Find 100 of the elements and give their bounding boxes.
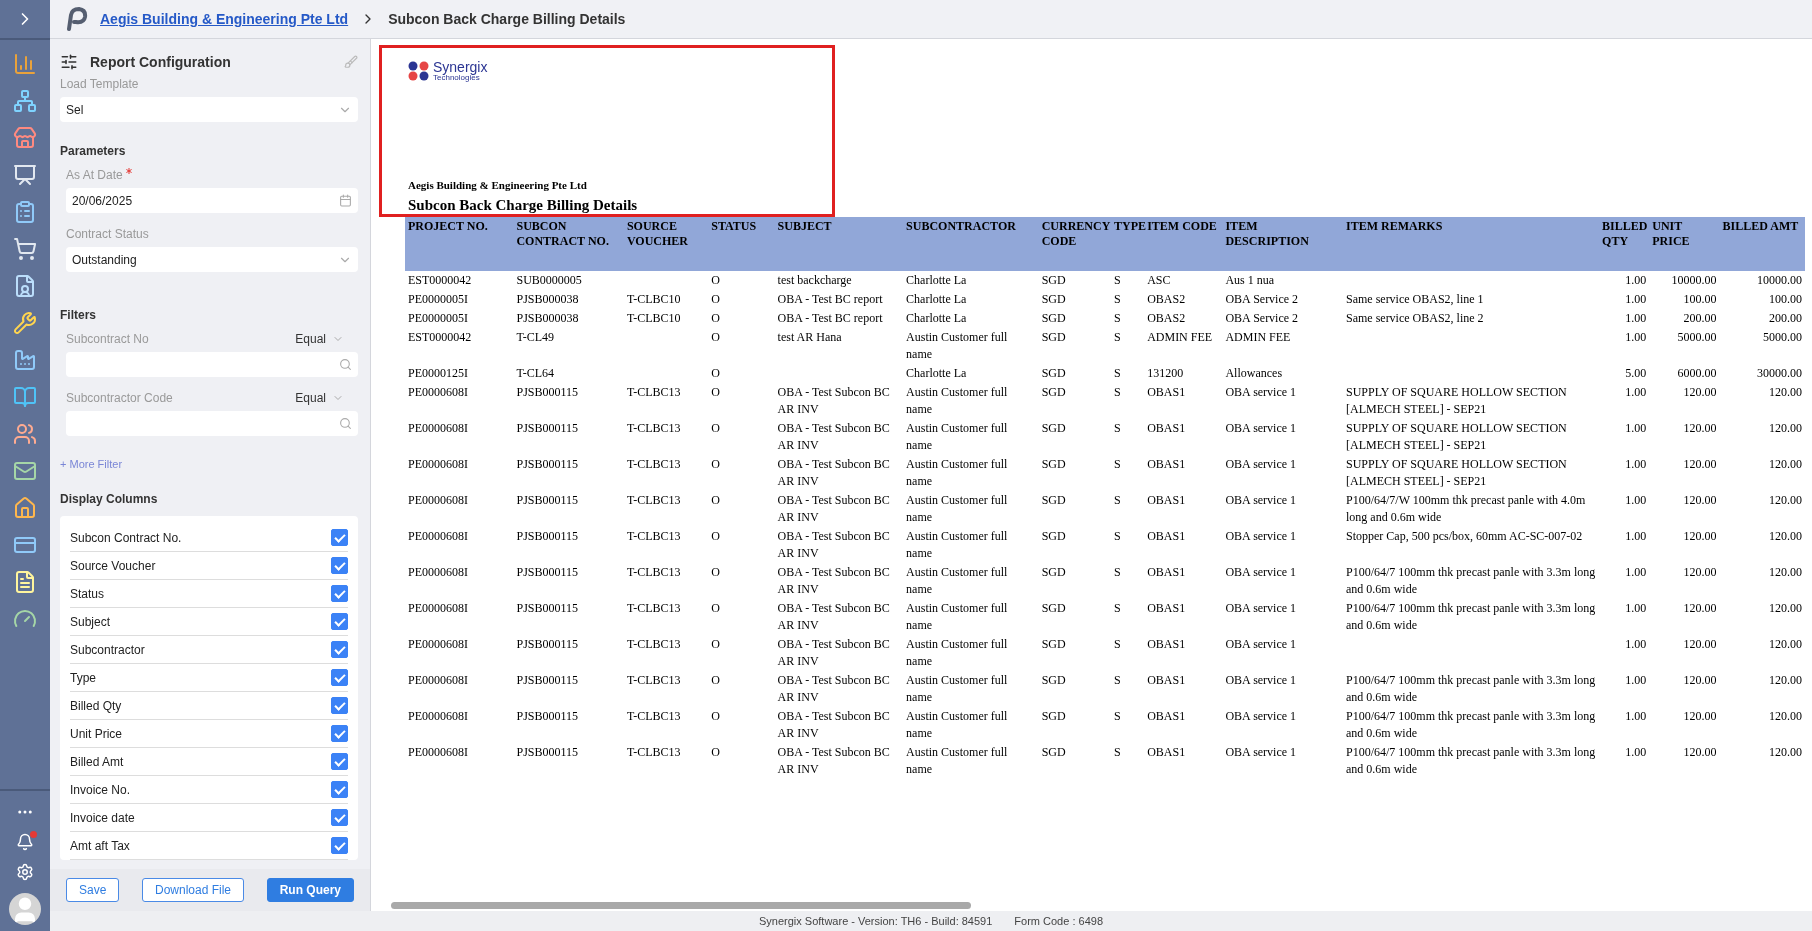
cart-icon[interactable] xyxy=(13,237,37,261)
envelope-icon[interactable] xyxy=(13,459,37,483)
table-cell-text: 120.00 xyxy=(1768,492,1803,509)
table-cell-text: O xyxy=(710,708,721,725)
operator-select[interactable]: Equal xyxy=(295,332,344,346)
table-cell-text: 100.00 xyxy=(1768,291,1803,308)
table-cell-text: SGD xyxy=(1040,492,1067,509)
table-cell-text: O xyxy=(710,492,721,509)
table-cell-text: OBA - Test Subcon BC AR INV xyxy=(776,744,891,778)
table-cell-text: Charlotte La xyxy=(905,365,968,382)
factory-icon[interactable] xyxy=(13,348,37,372)
checkbox[interactable] xyxy=(331,669,348,686)
clipboard-icon[interactable] xyxy=(13,200,37,224)
checkbox[interactable] xyxy=(331,529,348,546)
table-cell-text: PE0000608I xyxy=(407,564,469,581)
table-cell-text: S xyxy=(1113,672,1122,689)
table-cell-text: test AR Hana xyxy=(776,329,843,346)
primary-button[interactable]: Run Query xyxy=(266,878,354,902)
bar-chart-icon[interactable] xyxy=(13,52,37,76)
status-select[interactable]: Outstanding xyxy=(66,247,358,272)
table-cell-text: OBA service 1 xyxy=(1224,600,1298,617)
table-cell-text: PE0000608I xyxy=(407,384,469,401)
table-cell-text: EST0000042 xyxy=(407,329,473,346)
table-cell-text: S xyxy=(1113,420,1122,437)
diagram-icon[interactable] xyxy=(13,89,37,113)
table-cell-text: O xyxy=(710,329,721,346)
table-cell-text: OBAS1 xyxy=(1146,528,1187,545)
column-label: Type xyxy=(70,670,96,685)
search-icon xyxy=(339,358,352,371)
table-cell: test backcharge xyxy=(774,271,904,290)
filter-field[interactable] xyxy=(66,411,358,436)
table-cell-text: S xyxy=(1113,492,1122,509)
table-cell-text: SGD xyxy=(1040,310,1067,327)
date-field[interactable]: 20/06/2025 xyxy=(66,188,358,213)
table-cell-text: OBA - Test BC report xyxy=(776,291,884,308)
table-cell-text: PE0000608I xyxy=(407,708,469,725)
table-cell-text: OBA - Test BC report xyxy=(776,310,884,327)
column-label: Status xyxy=(70,586,105,601)
person-document-icon[interactable] xyxy=(13,274,37,298)
page-title: Subcon Back Charge Billing Details xyxy=(388,11,626,27)
checkbox[interactable] xyxy=(331,557,348,574)
template-select[interactable]: Sel xyxy=(60,97,358,122)
logo-dots-icon xyxy=(408,61,430,81)
table-cell-text: PE0000608I xyxy=(407,600,469,617)
filter-field[interactable] xyxy=(66,352,358,377)
table-cell-text: OBA service 1 xyxy=(1224,492,1298,509)
table-cell-text: O xyxy=(710,600,721,617)
settings-icon[interactable] xyxy=(16,863,34,881)
breadcrumb-link[interactable]: Aegis Building & Engineering Pte Ltd xyxy=(100,11,349,27)
checkbox[interactable] xyxy=(331,837,348,854)
table-cell-text: T-CL49 xyxy=(515,329,555,346)
bell-icon[interactable] xyxy=(16,833,34,851)
secondary-button[interactable]: Download File xyxy=(142,878,245,902)
checkbox[interactable] xyxy=(331,641,348,658)
scrollbar-thumb[interactable] xyxy=(391,901,971,909)
table-cell-text: P100/64/7 100mm thk precast panle with 3.3m long and 0.6m wide xyxy=(1344,600,1597,634)
table-cell-text: PJSB000115 xyxy=(515,672,580,689)
table-cell: 1.00 xyxy=(1599,271,1650,290)
checkbox[interactable] xyxy=(331,697,348,714)
checkbox[interactable] xyxy=(331,725,348,742)
checkbox[interactable] xyxy=(331,809,348,826)
table-cell-text: PJSB000115 xyxy=(515,636,580,653)
table-cell-text: PJSB000115 xyxy=(515,456,580,473)
table-cell-text: PE0000608I xyxy=(407,492,469,509)
easel-icon[interactable] xyxy=(13,163,37,187)
table-cell-text: OBA Service 2 xyxy=(1224,291,1300,308)
column-header: SUBJECT xyxy=(774,217,904,271)
table-cell-text: 1.00 xyxy=(1624,456,1648,473)
table-cell-text: SGD xyxy=(1040,384,1067,401)
checkbox[interactable] xyxy=(331,753,348,770)
table-cell-text: SGD xyxy=(1040,672,1067,689)
table-cell-text: T-CLBC13 xyxy=(625,744,682,761)
column-header: PROJECT NO. xyxy=(405,217,514,271)
table-cell-text: Austin Customer full name xyxy=(905,564,1009,598)
house-icon[interactable] xyxy=(13,496,37,520)
checkbox[interactable] xyxy=(331,613,348,630)
secondary-button[interactable]: Save xyxy=(66,878,120,902)
storefront-icon[interactable] xyxy=(13,126,37,150)
column-header: CURRENCY CODE xyxy=(1038,217,1111,271)
table-cell-text: PE0000005I xyxy=(407,291,469,308)
table-cell-text: 100.00 xyxy=(1682,291,1718,308)
table-cell-text: O xyxy=(710,744,721,761)
checkbox[interactable] xyxy=(331,585,348,602)
table-cell-text: 131200 xyxy=(1146,365,1185,382)
table-cell-text: T-CLBC13 xyxy=(625,672,682,689)
table-cell: 10000.00 xyxy=(1649,271,1720,290)
table-cell-text: PJSB000115 xyxy=(515,600,580,617)
people-icon[interactable] xyxy=(13,422,37,446)
table-cell-text: 30000.00 xyxy=(1756,365,1803,382)
table-cell-text: 200.00 xyxy=(1682,310,1718,327)
operator-select[interactable]: Equal xyxy=(295,391,344,405)
table-cell-text: OBA service 1 xyxy=(1224,420,1298,437)
checkbox[interactable] xyxy=(331,781,348,798)
company-name: Aegis Building & Engineering Pte Ltd xyxy=(408,179,588,191)
avatar[interactable] xyxy=(9,893,41,925)
table-cell-text: 1.00 xyxy=(1624,492,1648,509)
table-cell-text: P100/64/7 100mm thk precast panle with 3.3m long and 0.6m wide xyxy=(1344,564,1597,598)
table-cell-text: SUPPLY OF SQUARE HOLLOW SECTION [ALMECH STEEL] - SEP21 xyxy=(1344,384,1568,418)
table-cell-text: PJSB000115 xyxy=(515,708,580,725)
table-cell-text: 120.00 xyxy=(1682,384,1718,401)
